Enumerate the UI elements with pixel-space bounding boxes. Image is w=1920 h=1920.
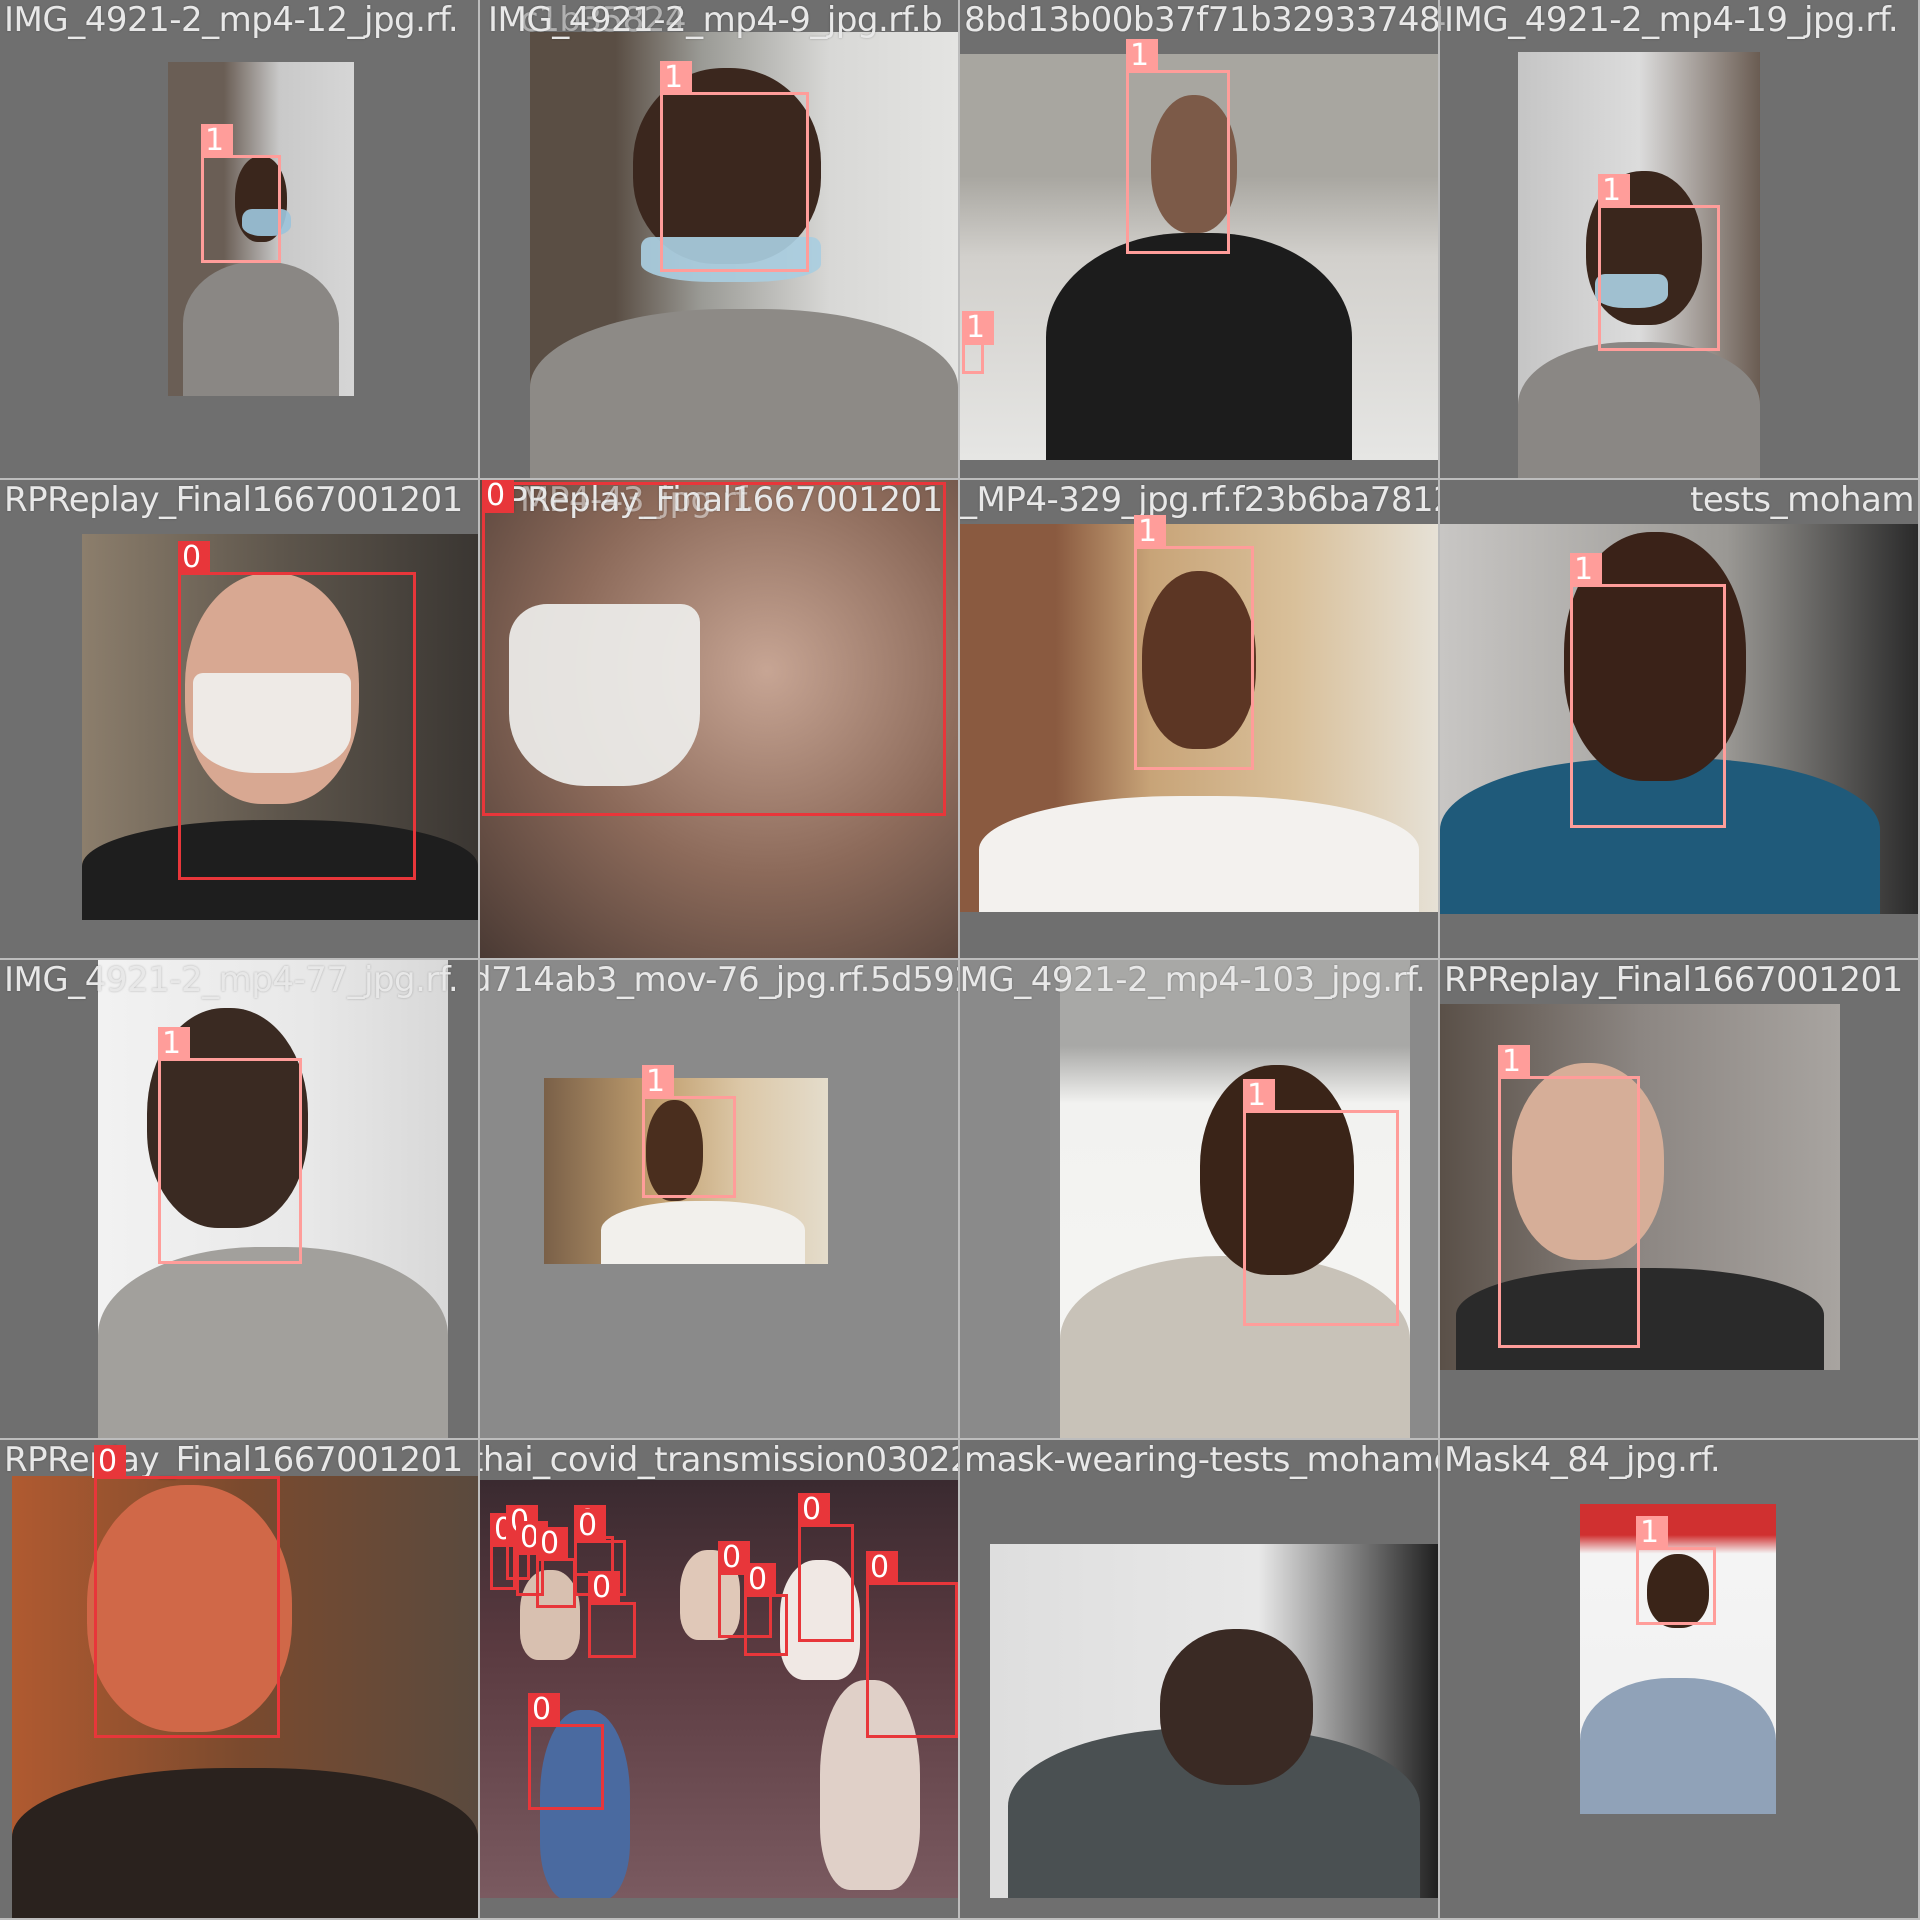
file-name: 8bd13b00b37f71b32933748025_orig_jpg.rf.e	[964, 0, 1440, 40]
file-name: d714ab3_mov-76_jpg.rf.5d592ec	[480, 960, 958, 1000]
tile-3[interactable]: 8bd13b00b37f71b32933748025_orig_jpg.rf.e…	[960, 0, 1440, 480]
class-label: 1	[1636, 1516, 1668, 1550]
class-label: 1	[1134, 515, 1166, 549]
bounding-box: 1	[642, 1065, 736, 1198]
file-name: RPReplay_Final1667001201	[4, 1440, 463, 1480]
tile-16[interactable]: Mask4_84_jpg.rf. 1	[1440, 1440, 1920, 1920]
class-label: 1	[660, 61, 692, 95]
bounding-box: 1	[1598, 174, 1720, 351]
tile-1[interactable]: IMG_4921-2_mp4-12_jpg.rf. 1	[0, 0, 480, 480]
class-label: 1	[1498, 1045, 1530, 1079]
class-label: 1	[1598, 174, 1630, 208]
tile-12[interactable]: RPReplay_Final1667001201 1	[1440, 960, 1920, 1440]
tile-2[interactable]: c1b35824 IMG_4921-2_mp4-9_jpg.rf.b 1	[480, 0, 960, 480]
bounding-box: 0	[866, 1551, 958, 1738]
tile-4[interactable]: c1b35824 IMG_4921-2_mp4-19_jpg.rf. 1	[1440, 0, 1920, 480]
tile-10[interactable]: d714ab3_mov-76_jpg.rf.5d592ec 1	[480, 960, 960, 1440]
file-name: IMG_4921-2_mp4-12_jpg.rf.	[4, 0, 459, 40]
class-label: 0	[744, 1563, 776, 1597]
tile-6[interactable]: RPReplay_Final1667001201 MP4-43_jpg.rf. …	[480, 480, 960, 960]
class-label: 1	[1243, 1079, 1275, 1113]
bounding-box: 1	[660, 61, 809, 272]
file-name: thai_covid_transmission030220_jpg.rf.	[480, 1440, 958, 1480]
tile-11[interactable]: IMG_4921-2_mp4-103_jpg.rf. 1	[960, 960, 1440, 1440]
class-label: 1	[201, 124, 233, 158]
mosaic-grid: IMG_4921-2_mp4-12_jpg.rf. 1 c1b35824 IMG…	[0, 0, 1920, 1920]
bounding-box: 0	[94, 1445, 280, 1738]
bounding-box: 1	[962, 311, 994, 374]
bounding-box: 1	[1134, 515, 1254, 770]
class-label: 0	[482, 480, 514, 513]
tile-7[interactable]: _MP4-329_jpg.rf.f23b6ba7812e9842 1	[960, 480, 1440, 960]
bounding-box: 1	[1498, 1045, 1640, 1348]
bounding-box: 1	[1126, 39, 1230, 254]
file-name: tests_moham	[1690, 480, 1914, 520]
class-label: 0	[866, 1551, 898, 1585]
bounding-box: 1	[1570, 553, 1726, 828]
class-label: 0	[536, 1527, 568, 1561]
class-label: 1	[642, 1065, 674, 1099]
tile-15[interactable]: mask-wearing-tests_mohamed_shalabi_jpg.r…	[960, 1440, 1440, 1920]
bounding-box: 0	[536, 1527, 576, 1608]
class-label: 1	[158, 1027, 190, 1061]
tile-13[interactable]: RPReplay_Final1667001201 0	[0, 1440, 480, 1920]
bounding-box: 0	[482, 480, 946, 816]
file-name: RPReplay_Final1667001201	[4, 480, 463, 520]
file-name: Mask4_84_jpg.rf.	[1444, 1440, 1721, 1480]
class-label: 1	[962, 311, 994, 345]
tile-5[interactable]: RPReplay_Final1667001201 0	[0, 480, 480, 960]
bounding-box: 1	[1636, 1516, 1716, 1625]
class-label: 0	[588, 1571, 620, 1605]
file-name: _MP4-329_jpg.rf.f23b6ba7812e9842	[960, 480, 1438, 520]
file-name: IMG_4921-2_mp4-9_jpg.rf.b	[488, 0, 943, 40]
file-name: IMG_4921-2_mp4-103_jpg.rf.	[960, 960, 1426, 1000]
file-name: RPReplay_Final1667001201	[1444, 960, 1903, 1000]
file-name: IMG_4921-2_mp4-19_jpg.rf.	[1444, 0, 1899, 40]
bounding-box: 0	[588, 1571, 636, 1658]
bounding-box: 1	[201, 124, 281, 263]
class-label: 1	[1126, 39, 1158, 73]
bounding-box: 0	[798, 1493, 854, 1642]
class-label: 1	[1570, 553, 1602, 587]
bounding-box: 0	[178, 541, 416, 880]
tile-8[interactable]: tests_moham 1	[1440, 480, 1920, 960]
bounding-box: 1	[158, 1027, 302, 1264]
bounding-box: 0	[528, 1693, 604, 1810]
class-label: 0	[94, 1445, 126, 1479]
file-name: mask-wearing-tests_mohamed_shalabi_jpg.r…	[964, 1440, 1438, 1480]
class-label: 0	[178, 541, 210, 575]
tile-9[interactable]: IMG_4921-2_mp4-77_jpg.rf. 1	[0, 960, 480, 1440]
class-label: 0	[574, 1509, 606, 1543]
bounding-box: 1	[1243, 1079, 1399, 1326]
class-label: 0	[528, 1693, 560, 1727]
class-label: 0	[798, 1493, 830, 1527]
tile-14[interactable]: thai_covid_transmission030220_jpg.rf. 0 …	[480, 1440, 960, 1920]
bounding-box: 0	[744, 1563, 788, 1656]
photo	[990, 1544, 1438, 1898]
file-name: IMG_4921-2_mp4-77_jpg.rf.	[4, 960, 459, 1000]
